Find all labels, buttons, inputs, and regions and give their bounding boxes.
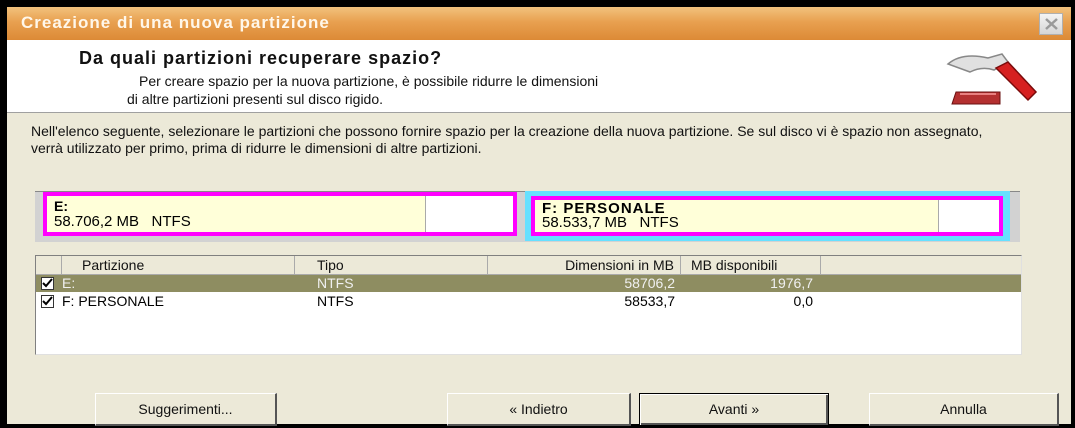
cell-size: 58706,2 <box>624 275 675 291</box>
page-subtitle: Per creare spazio per la nuova partizion… <box>127 72 859 108</box>
hammer-icon <box>946 53 1038 105</box>
hints-button[interactable]: Suggerimenti... <box>95 393 277 426</box>
wizard-body: Nell'elenco seguente, selezionare le par… <box>7 113 1071 426</box>
wizard-header: Da quali partizioni recuperare spazio? P… <box>7 40 1071 113</box>
partition-free-space <box>938 200 999 232</box>
table-row[interactable]: E: NTFS 58706,2 1976,7 <box>36 275 1021 292</box>
table-row[interactable]: F: PERSONALE NTFS 58533,7 0,0 <box>36 293 1021 310</box>
partition-name: E: <box>54 198 68 214</box>
cell-available: 0,0 <box>793 293 813 309</box>
partition-selection-outline: F: PERSONALE 58.533,7 MB NTFS <box>525 191 1010 241</box>
cell-partition: F: PERSONALE <box>62 293 164 309</box>
cell-partition: E: <box>62 275 76 291</box>
cell-type: NTFS <box>317 275 354 291</box>
column-header-available[interactable]: MB disponibili <box>681 256 821 274</box>
title-bar[interactable]: Creazione di una nuova partizione <box>7 7 1071 40</box>
row-checkbox[interactable] <box>41 295 54 308</box>
partition-free-space <box>425 196 513 232</box>
page-subtitle-line2: di altre partizioni presenti sul disco r… <box>127 91 384 107</box>
check-icon <box>42 278 53 288</box>
back-button[interactable]: « Indietro <box>447 393 631 426</box>
header-checkbox-column[interactable] <box>36 256 62 274</box>
wizard-window: Creazione di una nuova partizione Da qua… <box>7 7 1071 426</box>
column-header-partition[interactable]: Partizione <box>62 256 295 274</box>
page-subtitle-line1: Per creare spazio per la nuova partizion… <box>139 73 599 89</box>
cancel-button[interactable]: Annulla <box>869 393 1059 426</box>
column-header-size[interactable]: Dimensioni in MB <box>488 256 681 274</box>
column-header-type[interactable]: Tipo <box>295 256 488 274</box>
next-button[interactable]: Avanti » <box>639 393 829 426</box>
cell-size: 58533,7 <box>624 293 675 309</box>
row-checkbox[interactable] <box>41 277 54 290</box>
close-icon <box>1045 18 1058 30</box>
cell-type: NTFS <box>317 293 354 309</box>
partition-size: 58.706,2 MB NTFS <box>54 213 191 230</box>
partition-table: Partizione Tipo Dimensioni in MB MB disp… <box>35 255 1022 355</box>
partition-block-e[interactable]: E: 58.706,2 MB NTFS <box>43 192 517 236</box>
page-title: Da quali partizioni recuperare spazio? <box>79 48 443 68</box>
table-header: Partizione Tipo Dimensioni in MB MB disp… <box>36 256 1021 275</box>
close-button[interactable] <box>1039 13 1063 35</box>
cell-available: 1976,7 <box>770 275 813 291</box>
window-title: Creazione di una nuova partizione <box>21 13 330 32</box>
disk-map: E: 58.706,2 MB NTFS F: PERSONALE 58.533,… <box>35 191 1020 242</box>
partition-size: 58.533,7 MB NTFS <box>542 214 679 231</box>
instructions-text: Nell'elenco seguente, selezionare le par… <box>31 123 983 156</box>
partition-block-f[interactable]: F: PERSONALE 58.533,7 MB NTFS <box>531 196 1003 236</box>
check-icon <box>42 296 53 306</box>
